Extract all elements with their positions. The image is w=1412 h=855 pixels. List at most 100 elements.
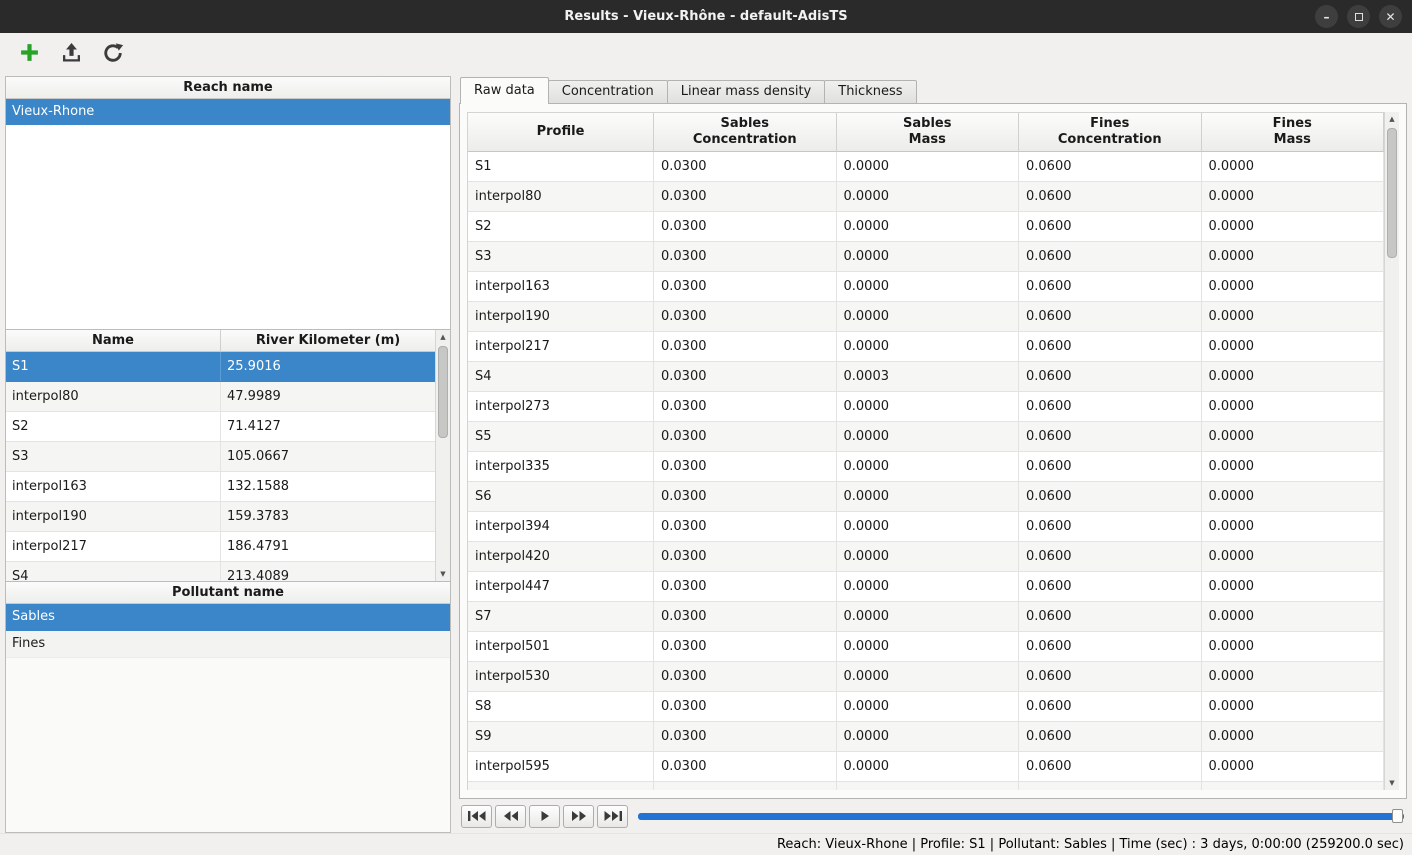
raw-data-table-header: ProfileSablesConcentrationSablesMassFine… <box>468 113 1384 152</box>
table-row[interactable]: S60.03000.00000.06000.0000 <box>468 482 1384 512</box>
results-panel: Raw dataConcentrationLinear mass density… <box>459 76 1407 833</box>
maximize-icon <box>1355 13 1363 21</box>
profile-row[interactable]: interpol190159.3783 <box>6 502 435 532</box>
value-cell: 0.0000 <box>1202 662 1385 692</box>
raw-data-scrollbar[interactable]: ▲ ▼ <box>1384 112 1399 790</box>
profile-cell: interpol163 <box>468 272 654 302</box>
profile-row[interactable]: interpol217186.4791 <box>6 532 435 562</box>
value-cell: 0.0000 <box>1202 392 1385 422</box>
scroll-up-icon[interactable]: ▲ <box>436 330 450 344</box>
pollutant-list-item[interactable]: Sables <box>6 604 450 631</box>
scrollbar-thumb[interactable] <box>438 346 448 438</box>
reach-list-item[interactable]: Vieux-Rhone <box>6 99 450 125</box>
value-cell: 0.0600 <box>1019 212 1202 242</box>
close-button[interactable]: ✕ <box>1379 5 1402 28</box>
column-header-fines-concentration[interactable]: FinesConcentration <box>1019 113 1202 152</box>
column-header-sables-mass[interactable]: SablesMass <box>837 113 1020 152</box>
table-row[interactable]: interpol5950.03000.00000.06000.0000 <box>468 752 1384 782</box>
skip-to-start-button[interactable] <box>461 805 492 828</box>
column-header-sables-concentration[interactable]: SablesConcentration <box>654 113 837 152</box>
value-cell: 0.0300 <box>654 362 837 392</box>
minimize-button[interactable]: – <box>1315 5 1338 28</box>
time-slider[interactable] <box>638 807 1404 825</box>
value-cell: 0.0000 <box>1202 362 1385 392</box>
refresh-button[interactable] <box>100 40 126 66</box>
value-cell: 0.0300 <box>654 332 837 362</box>
profile-column-header[interactable]: Name <box>6 330 220 351</box>
profile-row[interactable]: S4213.4089 <box>6 562 435 581</box>
play-button[interactable] <box>529 805 560 828</box>
profile-cell: S5 <box>468 422 654 452</box>
profile-cell: interpol595 <box>468 752 654 782</box>
value-cell: 0.0000 <box>837 602 1020 632</box>
skip-to-end-button[interactable] <box>597 805 628 828</box>
value-cell: 0.0000 <box>1202 332 1385 362</box>
profile-table-header: NameRiver Kilometer (m) <box>6 330 435 352</box>
tab-linear-mass-density[interactable]: Linear mass density <box>667 80 826 103</box>
tab-concentration[interactable]: Concentration <box>548 80 668 103</box>
table-row[interactable]: S90.03000.00000.06000.0000 <box>468 722 1384 752</box>
tab-raw-data[interactable]: Raw data <box>460 77 549 104</box>
table-row[interactable]: S10.03000.00000.06000.0000 <box>468 152 1384 182</box>
profile-row[interactable]: S125.9016 <box>6 352 435 382</box>
scroll-down-icon[interactable]: ▼ <box>436 567 450 581</box>
main-area: Reach name Vieux-Rhone NameRiver Kilomet… <box>0 72 1412 833</box>
table-row[interactable]: interpol1900.03000.00000.06000.0000 <box>468 302 1384 332</box>
profile-cell: interpol190 <box>468 302 654 332</box>
table-row[interactable]: interpol3350.03000.00000.06000.0000 <box>468 452 1384 482</box>
value-cell: 0.0300 <box>654 212 837 242</box>
value-cell: 0.0000 <box>837 392 1020 422</box>
fast-forward-button[interactable] <box>563 805 594 828</box>
table-row[interactable]: interpol2730.03000.00000.06000.0000 <box>468 392 1384 422</box>
table-row[interactable]: interpol5300.03000.00000.06000.0000 <box>468 662 1384 692</box>
profile-row[interactable]: S271.4127 <box>6 412 435 442</box>
profile-row[interactable]: interpol163132.1588 <box>6 472 435 502</box>
scrollbar-track[interactable] <box>1385 126 1399 776</box>
table-row[interactable]: S50.03000.00000.06000.0000 <box>468 422 1384 452</box>
table-row[interactable]: S70.03000.00000.06000.0000 <box>468 602 1384 632</box>
value-cell: 0.0300 <box>654 452 837 482</box>
profile-column-header[interactable]: River Kilometer (m) <box>220 330 435 351</box>
profile-rk-cell: 47.9989 <box>220 382 435 411</box>
value-cell: 0.0000 <box>837 452 1020 482</box>
table-row[interactable]: interpol4200.03000.00000.06000.0000 <box>468 542 1384 572</box>
table-row[interactable]: interpol2170.03000.00000.06000.0000 <box>468 332 1384 362</box>
profile-table-scrollbar[interactable]: ▲ ▼ <box>435 330 450 581</box>
export-button[interactable] <box>58 40 84 66</box>
column-header-line: Concentration <box>693 132 797 148</box>
scrollbar-track[interactable] <box>436 344 450 567</box>
value-cell: 0.0000 <box>837 752 1020 782</box>
table-row[interactable]: interpol800.03000.00000.06000.0000 <box>468 182 1384 212</box>
scroll-down-icon[interactable]: ▼ <box>1385 776 1399 790</box>
table-row[interactable]: S40.03000.00030.06000.0000 <box>468 362 1384 392</box>
table-row[interactable]: interpol5010.03000.00000.06000.0000 <box>468 632 1384 662</box>
value-cell: 0.0000 <box>1202 632 1385 662</box>
table-row[interactable]: S30.03000.00000.06000.0000 <box>468 242 1384 272</box>
table-row[interactable]: interpol3940.03000.00000.06000.0000 <box>468 512 1384 542</box>
pollutant-list-item[interactable]: Fines <box>6 631 450 658</box>
table-row[interactable]: S80.03000.00000.06000.0000 <box>468 692 1384 722</box>
value-cell: 0.0300 <box>654 782 837 790</box>
table-row[interactable]: interpol4470.03000.00000.06000.0000 <box>468 572 1384 602</box>
value-cell: 0.0600 <box>1019 752 1202 782</box>
value-cell: 0.0300 <box>654 722 837 752</box>
tab-bar: Raw dataConcentrationLinear mass density… <box>459 76 1407 103</box>
profile-row[interactable]: S3105.0667 <box>6 442 435 472</box>
column-header-profile[interactable]: Profile <box>468 113 654 152</box>
maximize-button[interactable] <box>1347 5 1370 28</box>
tab-thickness[interactable]: Thickness <box>824 80 916 103</box>
table-row[interactable]: S100.03000.00000.06000.0000 <box>468 782 1384 790</box>
table-row[interactable]: S20.03000.00000.06000.0000 <box>468 212 1384 242</box>
scroll-up-icon[interactable]: ▲ <box>1385 112 1399 126</box>
time-slider-handle[interactable] <box>1392 809 1403 823</box>
value-cell: 0.0000 <box>837 182 1020 212</box>
add-button[interactable] <box>16 40 42 66</box>
profile-rk-cell: 105.0667 <box>220 442 435 471</box>
plus-icon <box>19 42 40 63</box>
table-row[interactable]: interpol1630.03000.00000.06000.0000 <box>468 272 1384 302</box>
rewind-button[interactable] <box>495 805 526 828</box>
column-header-fines-mass[interactable]: FinesMass <box>1202 113 1385 152</box>
scrollbar-thumb[interactable] <box>1387 128 1397 258</box>
profile-row[interactable]: interpol8047.9989 <box>6 382 435 412</box>
column-header-line: Sables <box>721 116 769 132</box>
